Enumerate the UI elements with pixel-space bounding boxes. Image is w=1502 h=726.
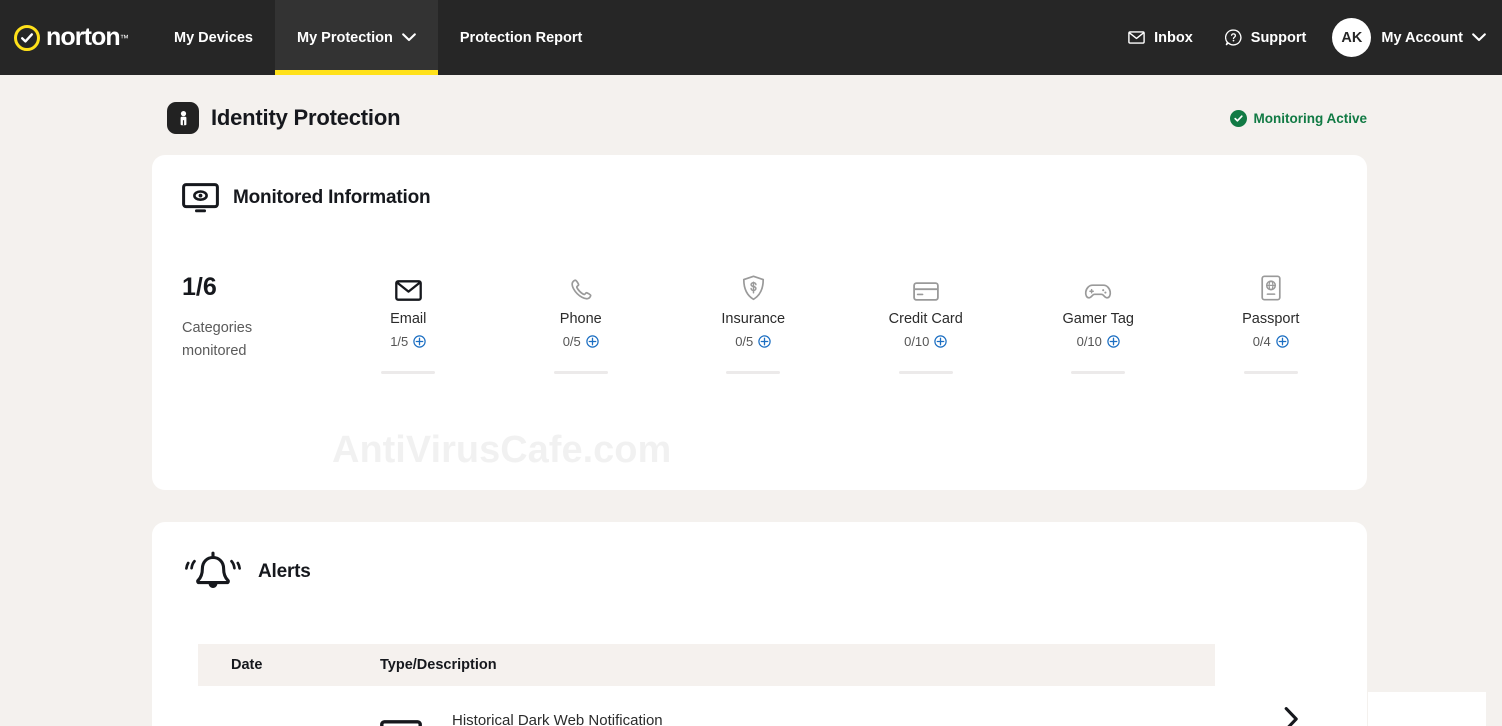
category-insurance-progress [726,371,781,374]
mail-icon [1128,31,1145,44]
category-email-label: Email [390,311,427,327]
top-navigation-bar: norton ™ My Devices My Protection Protec… [0,0,1502,75]
category-phone-count-row: 0/5 [563,334,599,349]
category-gamer-tag-count: 0/10 [1076,334,1102,349]
alert-description: Historical Dark Web Notification Related… [452,708,663,726]
norton-wordmark: norton [46,23,121,51]
monitor-eye-icon [182,183,219,213]
category-gamer-tag-label: Gamer Tag [1062,311,1134,327]
alert-title: Historical Dark Web Notification [452,712,663,726]
category-insurance-label: Insurance [721,311,786,327]
category-gamer-tag-count-row: 0/10 [1077,334,1120,349]
category-insurance[interactable]: Insurance 0/5 [667,275,840,374]
category-passport[interactable]: Passport 0/4 [1185,275,1358,374]
chevron-down-icon [402,33,416,42]
alert-date: 01/01/2024 [198,708,380,726]
category-credit-card[interactable]: Credit Card 0/10 [840,275,1013,374]
categories-summary-label-2: monitored [182,343,247,360]
category-phone[interactable]: Phone 0/5 [495,275,668,374]
category-email-progress [381,371,436,374]
bell-icon [182,550,244,594]
category-email[interactable]: Email 1/5 [322,275,495,374]
credit-card-icon [912,275,939,301]
status-badge-label: Monitoring Active [1253,110,1368,126]
nav-item-my-protection-label: My Protection [297,29,393,46]
category-credit-card-progress [898,371,953,374]
category-insurance-count: 0/5 [735,334,754,349]
category-passport-count: 0/4 [1252,334,1271,349]
monitored-information-card: Monitored Information 1/6 Categories mon… [152,155,1367,490]
category-credit-card-count-row: 0/10 [904,334,948,349]
plus-circle-icon[interactable] [934,335,948,348]
nav-item-protection-report-label: Protection Report [459,29,583,46]
category-passport-label: Passport [1242,311,1300,327]
help-circle-icon [1224,29,1242,46]
status-badge: Monitoring Active [1229,109,1368,127]
column-header-date: Date [231,657,263,673]
alerts-card: Alerts Date Type/Description 01/01/2024 [152,522,1367,726]
chevron-right-icon[interactable] [1283,706,1300,726]
nav-item-my-devices-label: My Devices [174,29,253,46]
category-credit-card-count: 0/10 [904,334,930,349]
category-email-count-row: 1/5 [390,334,426,349]
categories-monitored-count: 1/6 [182,273,217,301]
page-title: Identity Protection [211,105,401,130]
check-circle-icon [1229,109,1247,127]
page-header: Identity Protection Monitoring Active [0,75,1502,134]
inbox-label: Inbox [1154,29,1193,46]
passport-icon [1260,275,1282,301]
side-panel-fragment [1368,692,1486,726]
table-row[interactable]: 01/01/2024 Historical Dark Web Notificat… [198,686,1298,726]
category-phone-progress [553,371,608,374]
plus-circle-icon[interactable] [1107,335,1120,348]
monitor-eye-icon [380,708,452,726]
nav-right-group: Inbox Support AK My Account [1112,0,1502,75]
envelope-icon [394,275,422,301]
nav-item-my-protection[interactable]: My Protection [275,0,438,75]
norton-trademark: ™ [119,32,129,43]
monitored-categories-row: 1/6 Categories monitored Email 1/5 Phone… [152,275,1367,374]
avatar: AK [1332,18,1372,57]
phone-icon [569,275,592,301]
categories-summary-label-1: Categories [182,320,253,336]
categories-summary: 1/6 Categories monitored [152,275,322,364]
category-passport-progress [1243,371,1298,374]
chevron-down-icon [1472,33,1486,42]
my-account-menu[interactable]: AK My Account [1322,18,1486,57]
alerts-header: Alerts [152,522,1367,594]
category-tiles: Email 1/5 Phone 0/5 Insurance 0/5 Credit… [322,275,1367,374]
alerts-table-header: Date Type/Description [198,644,1215,686]
support-button[interactable]: Support [1209,29,1323,46]
category-credit-card-label: Credit Card [888,311,963,327]
monitored-information-header: Monitored Information [152,155,1367,213]
page-body: Identity Protection Monitoring Active Mo… [0,75,1502,726]
alerts-title: Alerts [258,561,311,582]
category-gamer-tag-progress [1071,371,1126,374]
monitored-information-title: Monitored Information [233,187,431,208]
alerts-table: Date Type/Description 01/01/2024 Histori… [198,644,1298,726]
category-email-count: 1/5 [390,334,409,349]
plus-circle-icon[interactable] [1276,335,1289,348]
shield-dollar-icon [742,275,765,301]
gamepad-icon [1084,275,1112,301]
norton-checkmark-icon [14,24,40,51]
inbox-button[interactable]: Inbox [1112,30,1209,46]
norton-logo[interactable]: norton ™ [0,0,152,75]
category-gamer-tag[interactable]: Gamer Tag 0/10 [1012,275,1185,374]
category-phone-count: 0/5 [562,334,581,349]
plus-circle-icon[interactable] [586,335,599,348]
category-insurance-count-row: 0/5 [735,334,771,349]
plus-circle-icon[interactable] [758,335,771,348]
identity-protection-icon [167,102,199,134]
primary-nav-items: My Devices My Protection Protection Repo… [152,0,604,75]
my-account-label: My Account [1381,29,1463,46]
category-passport-count-row: 0/4 [1253,334,1289,349]
category-phone-label: Phone [559,311,602,327]
nav-item-my-devices[interactable]: My Devices [152,0,275,75]
support-label: Support [1250,29,1307,46]
plus-circle-icon[interactable] [413,335,426,348]
column-header-type: Type/Description [380,657,497,673]
nav-item-protection-report[interactable]: Protection Report [438,0,604,75]
